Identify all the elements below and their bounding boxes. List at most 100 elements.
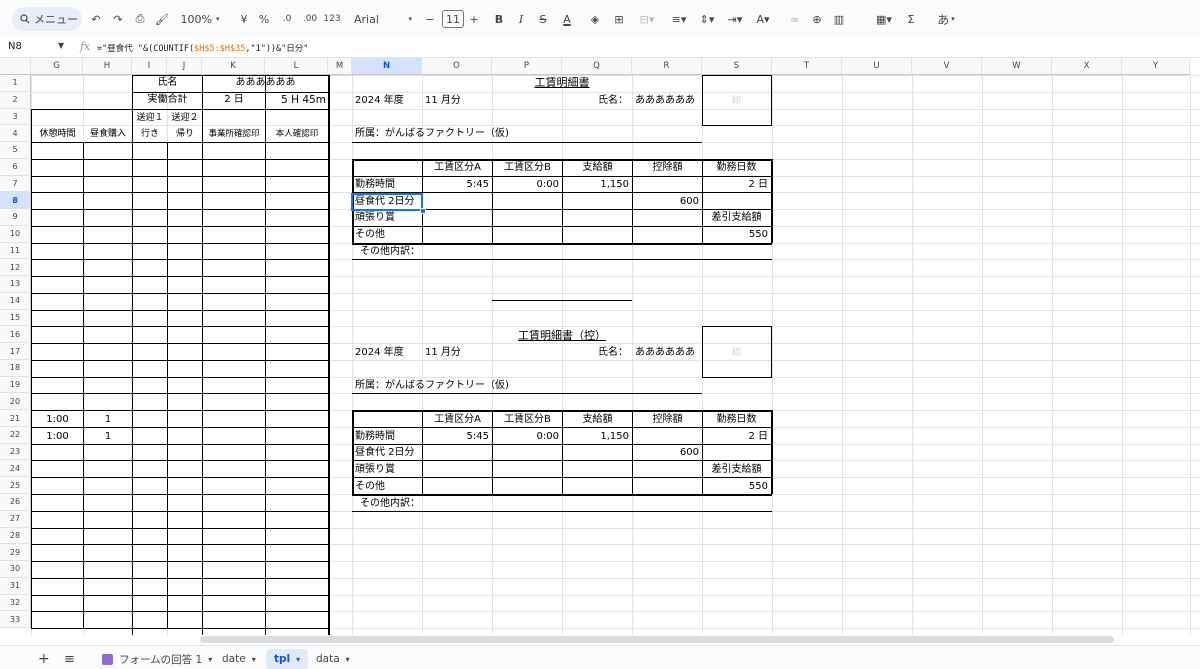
column-header-n[interactable]: N xyxy=(352,58,422,75)
slip2-title[interactable]: 工賃明細書（控） xyxy=(422,330,702,342)
row-header-17[interactable]: 17 xyxy=(0,343,31,360)
horizontal-scrollbar[interactable] xyxy=(200,636,1114,643)
slip2-other-detail[interactable]: その他内訳： xyxy=(360,498,420,510)
slip2-other-label[interactable]: その他 xyxy=(355,481,385,493)
header-pickup2-line2[interactable]: 帰り xyxy=(168,128,202,140)
slip1-name[interactable]: ああああああ xyxy=(635,95,695,107)
row-header-7[interactable]: 7 xyxy=(0,175,31,193)
slip2-header-days[interactable]: 勤務日数 xyxy=(702,414,771,426)
comment-icon[interactable]: ⊕ xyxy=(810,9,824,29)
chart-icon[interactable]: ▥ xyxy=(832,9,846,29)
row-header-10[interactable]: 10 xyxy=(0,225,31,243)
row-header-2[interactable]: 2 xyxy=(0,91,31,109)
header-lunch[interactable]: 昼食購入 xyxy=(84,128,132,140)
header-pickup1-line1[interactable]: 送迎１ xyxy=(133,112,167,124)
row-header-30[interactable]: 30 xyxy=(0,561,31,578)
decrease-decimal-button[interactable]: .0 xyxy=(278,9,296,29)
header-office-stamp[interactable]: 事業所確認印 xyxy=(203,128,265,140)
total-label[interactable]: 実働合計 xyxy=(133,94,202,106)
column-header-r[interactable]: R xyxy=(632,58,702,75)
column-header-x[interactable]: X xyxy=(1052,58,1122,75)
row-header-5[interactable]: 5 xyxy=(0,142,31,159)
all-sheets-button[interactable]: ≡ xyxy=(56,649,83,669)
row21-lunch[interactable]: 1 xyxy=(84,414,132,426)
row-header-1[interactable]: 1 xyxy=(0,75,31,92)
chevron-down-icon[interactable]: ▼ xyxy=(58,41,64,50)
slip1-title[interactable]: 工賃明細書 xyxy=(422,77,702,89)
row22-lunch[interactable]: 1 xyxy=(84,431,132,443)
row-header-11[interactable]: 11 xyxy=(0,242,31,260)
text-rotation-icon[interactable]: A▾ xyxy=(752,9,774,29)
row-header-14[interactable]: 14 xyxy=(0,292,31,310)
slip2-header-deduction[interactable]: 控除額 xyxy=(633,414,702,426)
link-icon[interactable]: ∞ xyxy=(788,9,802,29)
slip2-effort-label[interactable]: 頑張り賞 xyxy=(355,464,395,476)
column-header-o[interactable]: O xyxy=(422,58,492,75)
currency-format-button[interactable]: ¥ xyxy=(236,9,252,29)
zoom-select[interactable]: 100% ▾ xyxy=(176,9,224,29)
column-header-v[interactable]: V xyxy=(912,58,982,75)
slip1-header-b[interactable]: 工賃区分B xyxy=(493,162,562,174)
paint-format-icon[interactable]: 🖌 xyxy=(154,9,170,29)
row-header-9[interactable]: 9 xyxy=(0,209,31,226)
row-header-20[interactable]: 20 xyxy=(0,393,31,411)
header-pickup1-line2[interactable]: 行き xyxy=(133,128,167,140)
header-break-time[interactable]: 休憩時間 xyxy=(32,128,83,140)
name-box[interactable]: N8 xyxy=(8,41,22,52)
undo-icon[interactable]: ↶ xyxy=(88,9,104,29)
slip1-days-value[interactable]: 2 日 xyxy=(702,179,768,191)
slip1-header-days[interactable]: 勤務日数 xyxy=(702,162,771,174)
row-header-22[interactable]: 22 xyxy=(0,426,31,444)
slip2-work-b[interactable]: 0:00 xyxy=(493,431,559,443)
print-icon[interactable]: ⎙ xyxy=(132,9,148,29)
row-header-32[interactable]: 32 xyxy=(0,594,31,612)
slip2-header-a[interactable]: 工賃区分A xyxy=(423,414,492,426)
column-header-w[interactable]: W xyxy=(982,58,1052,75)
redo-icon[interactable]: ↷ xyxy=(110,9,126,29)
row-header-3[interactable]: 3 xyxy=(0,108,31,126)
horizontal-align-icon[interactable]: ≡▾ xyxy=(668,9,690,29)
slip1-net-label[interactable]: 差引支給額 xyxy=(702,212,771,224)
tab-form-responses[interactable]: フォームの回答 1 ▾ xyxy=(94,649,220,669)
row-header-31[interactable]: 31 xyxy=(0,577,31,595)
functions-button[interactable]: Σ xyxy=(904,9,918,29)
font-select[interactable]: Arial ▾ xyxy=(354,9,412,29)
slip2-lunch-label[interactable]: 昼食代 2日分 xyxy=(355,447,415,459)
slip2-name[interactable]: ああああああ xyxy=(635,347,695,359)
row-header-18[interactable]: 18 xyxy=(0,359,31,377)
column-header-h[interactable]: H xyxy=(83,58,132,75)
slip2-name-label[interactable]: 氏名： xyxy=(598,347,628,359)
spreadsheet-grid[interactable]: GHIJKLMNOPQRSTUVWXY 1 2 3 4 5 6 7 8 9 10 11 12 13 14 1… xyxy=(0,58,1200,635)
percent-format-button[interactable]: % xyxy=(256,9,272,29)
row-header-27[interactable]: 27 xyxy=(0,510,31,528)
column-header-j[interactable]: J xyxy=(167,58,202,75)
row-header-25[interactable]: 25 xyxy=(0,477,31,494)
filter-icon[interactable]: ▦▾ xyxy=(872,9,896,29)
slip2-affiliation[interactable]: 所属：がんばるファクトリー（仮) xyxy=(355,380,509,392)
header-pickup2-line1[interactable]: 送迎２ xyxy=(168,112,202,124)
row-header-33[interactable]: 33 xyxy=(0,611,31,629)
slip1-year[interactable]: 2024 年度 xyxy=(355,95,404,107)
column-header-l[interactable]: L xyxy=(265,58,328,75)
column-header-q[interactable]: Q xyxy=(562,58,632,75)
slip1-work-a[interactable]: 5:45 xyxy=(423,179,489,191)
number-format-button[interactable]: 123 xyxy=(322,9,342,29)
total-hours[interactable]: 5 H 45m xyxy=(266,94,326,106)
italic-button[interactable]: I xyxy=(514,9,528,29)
merge-cells-icon[interactable]: ⊟▾ xyxy=(636,9,658,29)
slip2-year[interactable]: 2024 年度 xyxy=(355,347,404,359)
strikethrough-button[interactable]: S xyxy=(536,9,550,29)
slip1-header-pay[interactable]: 支給額 xyxy=(563,162,632,174)
slip1-header-deduction[interactable]: 控除額 xyxy=(633,162,702,174)
column-header-y[interactable]: Y xyxy=(1122,58,1190,75)
bold-button[interactable]: B xyxy=(492,9,506,29)
input-method-button[interactable]: あ ▾ xyxy=(934,9,958,29)
text-wrap-icon[interactable]: ⇥▾ xyxy=(724,9,746,29)
formula-input[interactable]: ="昼食代 "&(COUNTIF($H$5:$H$35,"1"))&"日分" xyxy=(97,42,308,54)
left-name-value[interactable]: ああああああ xyxy=(203,77,328,89)
slip2-work-pay[interactable]: 1,150 xyxy=(563,431,629,443)
slip1-lunch-deduction[interactable]: 600 xyxy=(633,196,699,208)
row-header-8[interactable]: 8 xyxy=(0,192,31,210)
fill-handle[interactable] xyxy=(420,208,426,214)
slip2-net-label[interactable]: 差引支給額 xyxy=(702,464,771,476)
